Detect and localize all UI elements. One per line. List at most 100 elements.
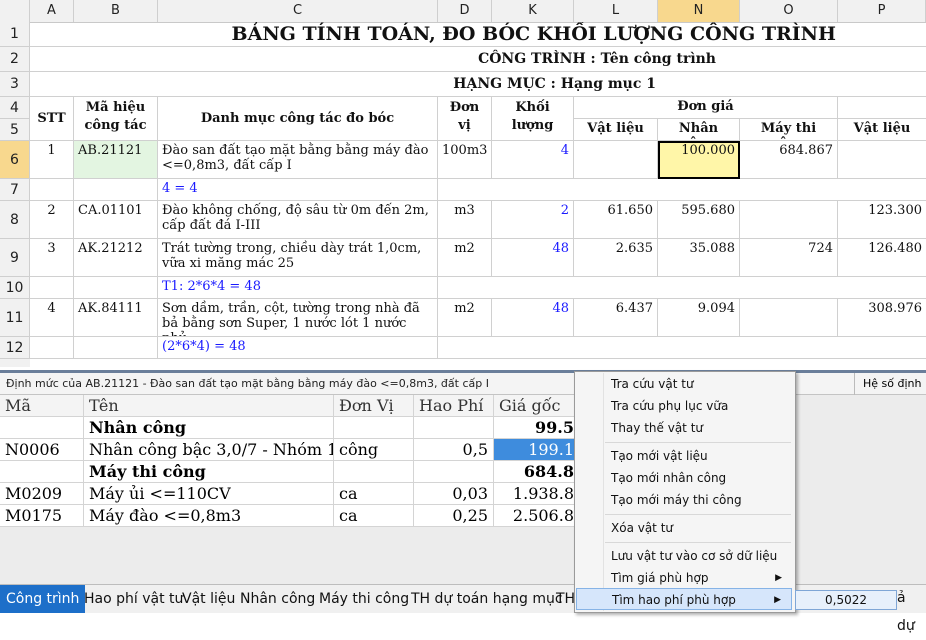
row-header[interactable]: 4: [0, 97, 30, 119]
header-material[interactable]: Vật liệu: [574, 119, 658, 141]
row-header[interactable]: 2: [0, 47, 30, 72]
item-formula[interactable]: T1: 2*6*4 = 48: [158, 277, 438, 299]
row-header[interactable]: 9: [0, 239, 30, 277]
row-name[interactable]: Nhân công: [84, 417, 334, 439]
empty-cell[interactable]: [838, 97, 926, 119]
menu-item-find-waste[interactable]: Tìm hao phí phù hợp ▶: [576, 588, 792, 610]
header-code[interactable]: Mã hiệu công tác: [74, 97, 158, 141]
row-name[interactable]: Nhân công bậc 3,0/7 - Nhóm 1: [84, 439, 334, 461]
tab-hao-phi-vat-tu[interactable]: Hao phí vật tư: [78, 585, 189, 613]
menu-item-new-machine[interactable]: Tạo mới máy thi công: [576, 489, 792, 511]
table-row[interactable]: N0006 Nhân công bậc 3,0/7 - Nhóm 1 công …: [0, 439, 580, 461]
empty-cell[interactable]: [74, 179, 158, 201]
item-material[interactable]: 2.635: [574, 239, 658, 277]
item-machine[interactable]: 724: [740, 239, 838, 277]
row-waste[interactable]: [414, 461, 494, 483]
menu-item-new-material[interactable]: Tạo mới vật liệu: [576, 445, 792, 467]
row-code[interactable]: [0, 461, 84, 483]
row-price[interactable]: 684.8: [494, 461, 580, 483]
menu-item-find-price[interactable]: Tìm giá phù hợp ▶: [576, 567, 792, 589]
tab-overflow-label[interactable]: ả dự: [897, 584, 926, 634]
item-stt[interactable]: 2: [30, 201, 74, 239]
header-unit-price[interactable]: Đơn giá: [574, 97, 838, 119]
empty-cell[interactable]: [74, 277, 158, 299]
row-waste[interactable]: [414, 417, 494, 439]
item-code[interactable]: AK.84111: [74, 299, 158, 337]
report-title[interactable]: BẢNG TÍNH TOÁN, ĐO BÓC KHỐI LƯỢNG CÔNG T…: [30, 22, 926, 47]
row-header[interactable]: 11: [0, 299, 30, 337]
item-quantity[interactable]: 48: [492, 239, 574, 277]
menu-item-save-to-database[interactable]: Lưu vật tư vào cơ sở dữ liệu: [576, 545, 792, 567]
row-name[interactable]: Máy ủi <=110CV: [84, 483, 334, 505]
row-unit[interactable]: [334, 461, 414, 483]
row-unit[interactable]: ca: [334, 505, 414, 527]
category-line[interactable]: HẠNG MỤC : Hạng mục 1: [30, 72, 660, 97]
item-machine[interactable]: [740, 201, 838, 239]
tab-th-du-toan-hang-muc[interactable]: TH dự toán hạng mục: [405, 585, 569, 613]
row-price[interactable]: 1.938.8: [494, 483, 580, 505]
item-quantity[interactable]: 2: [492, 201, 574, 239]
col-price[interactable]: Giá gốc: [494, 395, 580, 417]
empty-cell[interactable]: [438, 277, 926, 299]
row-header[interactable]: 1: [0, 22, 30, 47]
tab-cong-trinh[interactable]: Công trình: [0, 585, 86, 613]
header-description[interactable]: Danh mục công tác đo bóc: [158, 97, 438, 141]
item-description[interactable]: Trát tường trong, chiều dày trát 1,0cm, …: [158, 239, 438, 277]
item-quantity[interactable]: 4: [492, 141, 574, 179]
item-labor-selected-cell[interactable]: 100.000: [658, 141, 740, 179]
row-header[interactable]: 7: [0, 179, 30, 201]
row-price[interactable]: 2.506.8: [494, 505, 580, 527]
header-unit[interactable]: Đơn vị: [438, 97, 492, 141]
empty-cell[interactable]: [660, 72, 926, 97]
menu-item-lookup-material[interactable]: Tra cứu vật tư: [576, 373, 792, 395]
item-quantity[interactable]: 48: [492, 299, 574, 337]
column-header-k[interactable]: K: [492, 0, 574, 22]
column-header-l[interactable]: L: [574, 0, 658, 22]
item-stt[interactable]: 4: [30, 299, 74, 337]
table-row[interactable]: M0209 Máy ủi <=110CV ca 0,03 1.938.8: [0, 483, 580, 505]
item-code[interactable]: AB.21121: [74, 141, 158, 179]
column-header-o[interactable]: O: [740, 0, 838, 22]
item-material-total[interactable]: 308.976: [838, 299, 926, 337]
row-header[interactable]: 12: [0, 337, 30, 359]
row-price-selected[interactable]: 199.1: [494, 439, 580, 461]
item-machine[interactable]: [740, 299, 838, 337]
header-quantity[interactable]: Khối lượng: [492, 97, 574, 141]
item-material-total[interactable]: 126.480: [838, 239, 926, 277]
row-unit[interactable]: [334, 417, 414, 439]
tab-may-thi-cong[interactable]: Máy thi công: [313, 585, 415, 613]
item-machine[interactable]: 684.867: [740, 141, 838, 179]
row-code[interactable]: M0175: [0, 505, 84, 527]
empty-cell[interactable]: [30, 277, 74, 299]
item-code[interactable]: CA.01101: [74, 201, 158, 239]
item-labor[interactable]: 35.088: [658, 239, 740, 277]
empty-cell[interactable]: [74, 337, 158, 359]
column-header-n[interactable]: N: [658, 0, 740, 22]
item-labor[interactable]: 9.094: [658, 299, 740, 337]
table-row[interactable]: M0175 Máy đào <=0,8m3 ca 0,25 2.506.8: [0, 505, 580, 527]
row-price[interactable]: 99.5: [494, 417, 580, 439]
item-formula[interactable]: 4 = 4: [158, 179, 438, 201]
empty-cell[interactable]: [30, 337, 74, 359]
item-description[interactable]: Đào san đất tạo mặt bằng bằng máy đào <=…: [158, 141, 438, 179]
row-unit[interactable]: công: [334, 439, 414, 461]
menu-item-lookup-mortar[interactable]: Tra cứu phụ lục vữa: [576, 395, 792, 417]
col-name[interactable]: Tên: [84, 395, 334, 417]
item-material-total[interactable]: 123.300: [838, 201, 926, 239]
column-header-b[interactable]: B: [74, 0, 158, 22]
item-material[interactable]: [574, 141, 658, 179]
header-material-total[interactable]: Vật liệu: [838, 119, 926, 141]
row-waste[interactable]: 0,03: [414, 483, 494, 505]
spreadsheet[interactable]: A B C D K L N O P 1 2 3 4 5 6 7 8 9 10 1…: [0, 0, 926, 367]
row-code[interactable]: M0209: [0, 483, 84, 505]
menu-item-delete-material[interactable]: Xóa vật tư: [576, 517, 792, 539]
item-unit[interactable]: m2: [438, 299, 492, 337]
row-header[interactable]: 8: [0, 201, 30, 239]
item-formula[interactable]: (2*6*4) = 48: [158, 337, 438, 359]
project-line[interactable]: CÔNG TRÌNH : Tên công trình: [30, 47, 720, 72]
row-unit[interactable]: ca: [334, 483, 414, 505]
menu-item-new-labor[interactable]: Tạo mới nhân công: [576, 467, 792, 489]
empty-cell[interactable]: [438, 179, 926, 201]
empty-cell[interactable]: [720, 47, 926, 72]
row-header[interactable]: 6: [0, 141, 30, 179]
